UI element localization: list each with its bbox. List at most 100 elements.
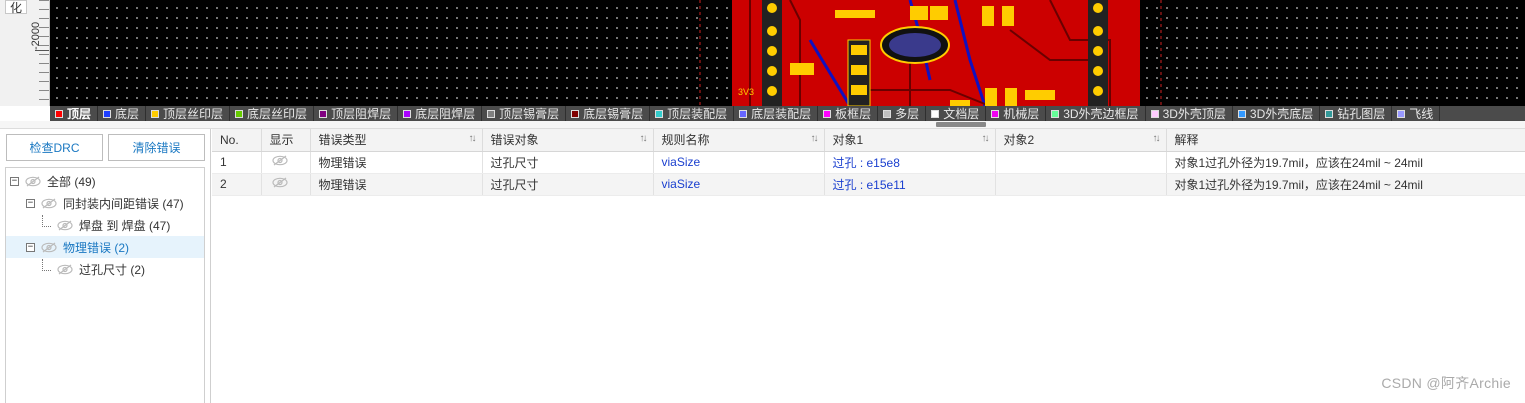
- layer-tab[interactable]: 3D外壳顶层: [1146, 106, 1233, 121]
- tree-expander-icon[interactable]: −: [26, 198, 35, 208]
- layer-tab[interactable]: 机械层: [986, 106, 1047, 121]
- layer-color-swatch[interactable]: [403, 109, 412, 118]
- cell-obj1[interactable]: 过孔 : e15e11: [824, 173, 996, 196]
- clear-errors-button[interactable]: 清除错误: [108, 134, 205, 161]
- layer-color-swatch[interactable]: [883, 109, 892, 118]
- layer-tab[interactable]: 顶层装配层: [650, 106, 735, 121]
- visibility-cell[interactable]: [261, 173, 311, 196]
- layer-tab[interactable]: 顶层锡膏层: [482, 106, 567, 121]
- splitter-handle[interactable]: [936, 122, 986, 127]
- layer-tab[interactable]: 板框层: [818, 106, 879, 121]
- cell-obj1[interactable]: 过孔 : e15e8: [824, 151, 996, 174]
- cell-object: 过孔尺寸: [482, 173, 654, 196]
- layer-color-swatch[interactable]: [55, 109, 63, 118]
- tree-node[interactable]: − 物理错误 (2): [6, 236, 204, 258]
- visibility-off-icon[interactable]: [25, 176, 41, 187]
- column-header-label: 错误对象: [490, 133, 539, 148]
- cell-object: 过孔尺寸: [482, 151, 654, 174]
- visibility-off-icon[interactable]: [271, 177, 288, 188]
- layer-tab[interactable]: 顶层: [50, 106, 99, 121]
- layer-tab-label: 3D外壳底层: [1249, 107, 1314, 121]
- layer-tab[interactable]: 钻孔图层: [1320, 106, 1393, 121]
- layer-tab[interactable]: 底层阻焊层: [398, 106, 483, 121]
- layer-color-swatch[interactable]: [1397, 109, 1406, 118]
- column-header[interactable]: 错误类型 ↑↓: [310, 129, 483, 152]
- sort-icon[interactable]: ↑↓: [811, 133, 819, 144]
- check-drc-button[interactable]: 检查DRC: [6, 134, 103, 161]
- layer-tab-label: 钻孔图层: [1337, 107, 1386, 121]
- layer-color-swatch[interactable]: [319, 109, 328, 118]
- drc-error-tree: − 全部 (49) − 同封装内间距错误 (47) 焊盘 到 焊盘 (47) − 物理错误 …: [5, 167, 205, 403]
- layer-tab[interactable]: 飞线: [1392, 106, 1441, 121]
- layer-tab[interactable]: 底层装配层: [734, 106, 819, 121]
- table-row[interactable]: 2 物理错误 过孔尺寸 viaSize 过孔 : e15e11 对象1过孔外径为19.7m…: [212, 173, 1525, 196]
- pcb-canvas[interactable]: 3V3: [50, 0, 1525, 106]
- layer-tab-label: 飞线: [1409, 107, 1434, 121]
- visibility-cell[interactable]: [261, 151, 311, 174]
- tree-node[interactable]: 焊盘 到 焊盘 (47): [6, 214, 204, 236]
- layer-tab-label: 板框层: [835, 107, 872, 121]
- layer-color-swatch[interactable]: [571, 109, 580, 118]
- table-row[interactable]: 1 物理错误 过孔尺寸 viaSize 过孔 : e15e8 对象1过孔外径为19.7mi…: [212, 151, 1525, 174]
- tree-connector: [42, 215, 51, 227]
- tree-expander-icon[interactable]: −: [10, 176, 19, 186]
- panel-splitter[interactable]: [0, 121, 1525, 129]
- layer-color-swatch[interactable]: [1150, 109, 1159, 118]
- tree-connector: [42, 259, 51, 271]
- layer-color-swatch[interactable]: [1237, 109, 1246, 118]
- layer-color-swatch[interactable]: [823, 109, 832, 118]
- column-header-label: No.: [220, 132, 239, 147]
- layer-tab-label: 文档层: [943, 107, 980, 121]
- layer-tab[interactable]: 顶层阻焊层: [314, 106, 399, 121]
- column-header[interactable]: 规则名称 ↑↓: [653, 129, 825, 152]
- layer-tab[interactable]: 底层: [98, 106, 147, 121]
- visibility-off-icon[interactable]: [271, 155, 288, 166]
- ruler-mark-label: -2000: [30, 21, 42, 50]
- layer-tab-label: 底层阻焊层: [415, 107, 476, 121]
- tree-node-label: 同封装内间距错误 (47): [63, 196, 184, 211]
- layer-tab[interactable]: 3D外壳底层: [1233, 106, 1321, 121]
- layer-color-swatch[interactable]: [655, 109, 664, 118]
- layer-tab[interactable]: 文档层: [926, 106, 987, 121]
- layer-tab-label: 3D外壳顶层: [1162, 107, 1226, 121]
- sort-icon[interactable]: ↑↓: [640, 133, 648, 144]
- layer-tab[interactable]: 底层丝印层: [230, 106, 315, 121]
- ruler-ticks: [39, 0, 49, 106]
- visibility-off-icon[interactable]: [57, 220, 73, 231]
- sort-icon[interactable]: ↑↓: [469, 133, 477, 144]
- column-header[interactable]: 对象2 ↑↓: [995, 129, 1167, 152]
- tree-node-label: 焊盘 到 焊盘 (47): [79, 218, 171, 233]
- visibility-off-icon[interactable]: [41, 242, 57, 253]
- layer-color-swatch[interactable]: [931, 109, 940, 118]
- layer-color-swatch[interactable]: [151, 109, 160, 118]
- layer-tab[interactable]: 顶层丝印层: [146, 106, 231, 121]
- tree-node-label: 过孔尺寸 (2): [79, 262, 146, 277]
- layer-color-swatch[interactable]: [991, 109, 1000, 118]
- tree-node-label: 物理错误 (2): [63, 240, 130, 255]
- column-header[interactable]: 错误对象 ↑↓: [482, 129, 654, 152]
- pcb-canvas-area[interactable]: 化 -2000 3V3: [0, 0, 1525, 106]
- sort-icon[interactable]: ↑↓: [982, 133, 990, 144]
- layer-color-swatch[interactable]: [235, 109, 244, 118]
- column-header[interactable]: 对象1 ↑↓: [824, 129, 996, 152]
- tree-node[interactable]: 过孔尺寸 (2): [6, 258, 204, 280]
- layer-color-swatch[interactable]: [103, 109, 112, 118]
- column-header-label: 规则名称: [661, 133, 710, 148]
- drc-panel: 检查DRC 清除错误 − 全部 (49) − 同封装内间距错误 (47) 焊盘 到 焊盘…: [0, 129, 211, 403]
- tree-node[interactable]: − 全部 (49): [6, 170, 204, 192]
- visibility-off-icon[interactable]: [41, 198, 57, 209]
- layer-color-swatch[interactable]: [1325, 109, 1334, 118]
- layer-tab[interactable]: 底层锡膏层: [566, 106, 651, 121]
- layer-color-swatch[interactable]: [1051, 109, 1060, 118]
- layer-color-swatch[interactable]: [487, 109, 496, 118]
- layer-tab-label: 底层: [115, 107, 140, 121]
- vertical-ruler: 化 -2000: [0, 0, 50, 106]
- ruler-unit-button[interactable]: 化: [5, 0, 27, 15]
- layer-tab[interactable]: 3D外壳边框层: [1046, 106, 1146, 121]
- sort-icon[interactable]: ↑↓: [1153, 133, 1161, 144]
- layer-tab[interactable]: 多层: [878, 106, 927, 121]
- visibility-off-icon[interactable]: [57, 264, 73, 275]
- layer-color-swatch[interactable]: [739, 109, 748, 118]
- tree-expander-icon[interactable]: −: [26, 242, 35, 252]
- tree-node[interactable]: − 同封装内间距错误 (47): [6, 192, 204, 214]
